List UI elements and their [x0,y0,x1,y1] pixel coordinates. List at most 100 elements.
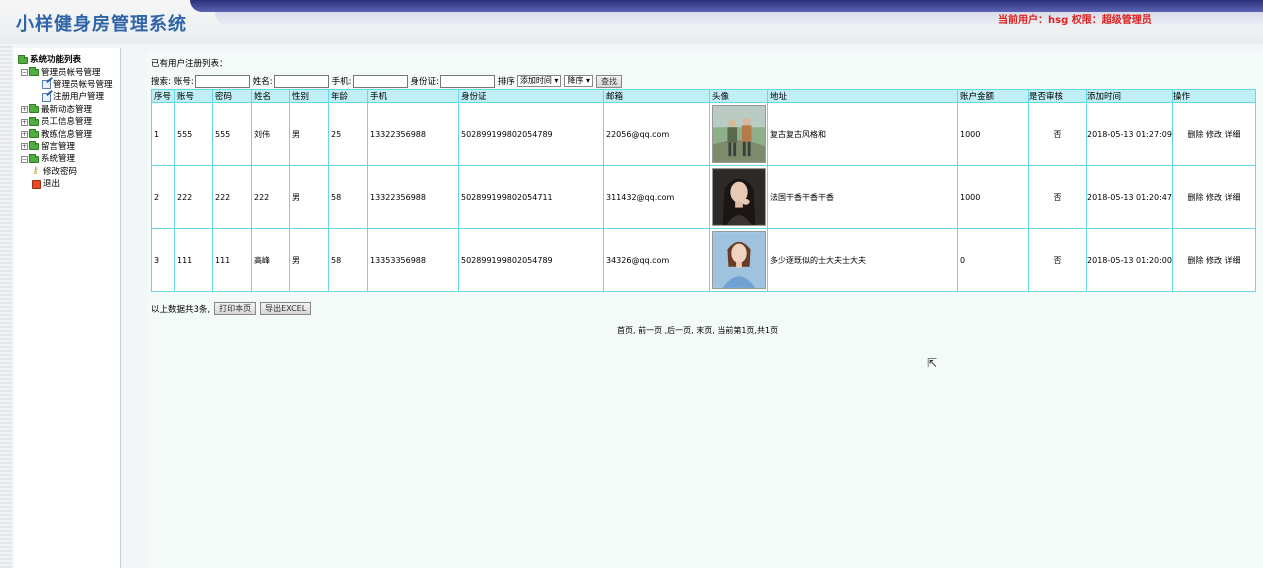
sidebar-item-admin-account[interactable]: − 管理员帐号管理 [18,66,120,78]
folder-icon [29,153,39,163]
expand-icon: + [21,118,28,126]
col-header: 年龄 [328,89,368,103]
col-header: 操作 [1172,89,1256,103]
mouse-cursor-icon: ⇱ [927,356,938,370]
avatar-woman-portrait-blue[interactable] [711,231,766,289]
cell-email: 311432@qq.com [603,165,710,229]
sidebar-item-label: 教练信息管理 [41,129,93,140]
cell-gender: 男 [289,102,329,166]
folder-open-icon [18,54,28,64]
tree-root-label: 系统功能列表 [30,55,82,66]
col-header: 地址 [767,89,958,103]
delete-link[interactable]: 删除 [1187,130,1203,139]
sidebar-item-label: 管理员帐号管理 [53,79,113,90]
cell-gender: 男 [289,228,329,292]
section-title: 已有用户注册列表： [151,59,228,69]
export-excel-button[interactable]: 导出EXCEL [260,302,312,315]
cell-password: 222 [212,165,252,229]
sidebar-item-label: 修改密码 [43,166,78,177]
sort-field-select[interactable]: 添加时间 ▾ [516,75,562,87]
folder-icon [29,104,39,114]
edit-link[interactable]: 修改 [1206,193,1222,202]
edit-document-icon [42,92,51,102]
cell-no: 1 [151,102,175,166]
sort-order-select[interactable]: 降序 ▾ [564,75,594,87]
account-label: 账号: [173,77,194,87]
cell-idcard: 502899199802054789 [458,228,604,292]
cell-phone: 13322356988 [367,165,459,229]
sidebar-item-label: 员工信息管理 [41,117,93,128]
print-page-button[interactable]: 打印本页 [214,302,257,315]
edit-link[interactable]: 修改 [1206,256,1222,265]
detail-link[interactable]: 详细 [1225,193,1241,202]
edit-link[interactable]: 修改 [1206,130,1222,139]
sidebar-item-coach[interactable]: + 教练信息管理 [18,128,120,140]
cell-audited: 否 [1028,228,1087,292]
col-header: 性别 [289,89,329,103]
sidebar: 系统功能列表 − 管理员帐号管理 管理员帐号管理 注册用户管理 + 最新动态管理… [14,48,121,568]
avatar-hikers-photo[interactable] [711,105,766,163]
cell-phone: 13322356988 [367,102,459,166]
cell-audited: 否 [1028,165,1087,229]
col-header: 头像 [709,89,768,103]
col-header: 账户金额 [957,89,1029,103]
cell-actions: 删除 修改 详细 [1172,165,1256,229]
delete-link[interactable]: 删除 [1187,256,1203,265]
cell-actions: 删除 修改 详细 [1172,228,1256,292]
cell-idcard: 502899199802054711 [458,165,604,229]
phone-search-input[interactable] [352,74,408,88]
sidebar-item-admin-account-manage[interactable]: 管理员帐号管理 [18,79,120,91]
folder-icon [29,116,39,126]
sidebar-item-change-password[interactable]: ⚷ 修改密码 [18,166,120,178]
search-button[interactable]: 查找 [596,74,623,88]
detail-link[interactable]: 详细 [1225,130,1241,139]
cell-email: 34326@qq.com [603,228,710,292]
main-content: 已有用户注册列表： 搜索: 账号: 姓名: 手机: 身份证: 排序 添加时间 ▾… [147,52,1263,568]
cell-email: 22056@qq.com [603,102,710,166]
sidebar-item-registered-users[interactable]: 注册用户管理 [18,91,120,103]
account-search-input[interactable] [194,74,250,88]
cell-audited: 否 [1028,102,1087,166]
expand-icon: + [21,106,28,114]
collapse-icon: − [21,155,28,163]
folder-icon [29,141,39,151]
name-search-input[interactable] [273,74,329,88]
cell-age: 25 [328,102,368,166]
key-icon: ⚷ [32,166,39,177]
sidebar-item-system[interactable]: − 系统管理 [18,153,120,165]
cell-no: 3 [151,228,175,292]
table-footer: 以上数据共3条, 打印本页 导出EXCEL [151,302,312,315]
cell-gender: 男 [289,165,329,229]
idcard-search-input[interactable] [439,74,495,88]
sidebar-item-news[interactable]: + 最新动态管理 [18,104,120,116]
table-row: 2 222 222 222 男 58 13322356988 502899199… [151,165,1256,229]
header: 小样健身房管理系统 当前用户：hsg 权限：超级管理员 [0,0,1263,44]
cell-address: 法国干香干香干香 [767,165,958,229]
pagination[interactable]: 首页, 前一页 ,后一页, 末页, 当前第1页,共1页 [617,325,778,336]
avatar-woman-portrait-dark[interactable] [711,168,766,226]
sidebar-item-label: 注册用户管理 [53,92,105,103]
tree-root[interactable]: 系统功能列表 [18,54,120,66]
app-title: 小样健身房管理系统 [16,14,187,35]
cell-added-time: 2018-05-13 01:27:09 [1086,102,1173,166]
sidebar-item-staff[interactable]: + 员工信息管理 [18,116,120,128]
search-bar: 搜索: 账号: 姓名: 手机: 身份证: 排序 添加时间 ▾ 降序 ▾ 查找 [151,74,623,88]
detail-link[interactable]: 详细 [1225,256,1241,265]
expand-icon: + [21,143,28,151]
cell-actions: 删除 修改 详细 [1172,102,1256,166]
sidebar-item-messages[interactable]: + 留言管理 [18,141,120,153]
record-summary: 以上数据共3条, [151,304,211,315]
col-header: 序号 [151,89,175,103]
cell-age: 58 [328,228,368,292]
exit-icon [32,179,41,189]
cell-balance: 0 [957,228,1029,292]
users-table: 序号 账号 密码 姓名 性别 年龄 手机 身份证 邮箱 头像 地址 账户金额 是… [151,89,1256,292]
cell-name: 刘伟 [251,102,290,166]
col-header: 账号 [174,89,213,103]
sidebar-item-label: 最新动态管理 [41,104,93,115]
cell-account: 222 [174,165,213,229]
sidebar-item-logout[interactable]: 退出 [18,178,120,190]
sidebar-strip [0,44,12,568]
edit-document-icon [42,80,51,90]
delete-link[interactable]: 删除 [1187,193,1203,202]
